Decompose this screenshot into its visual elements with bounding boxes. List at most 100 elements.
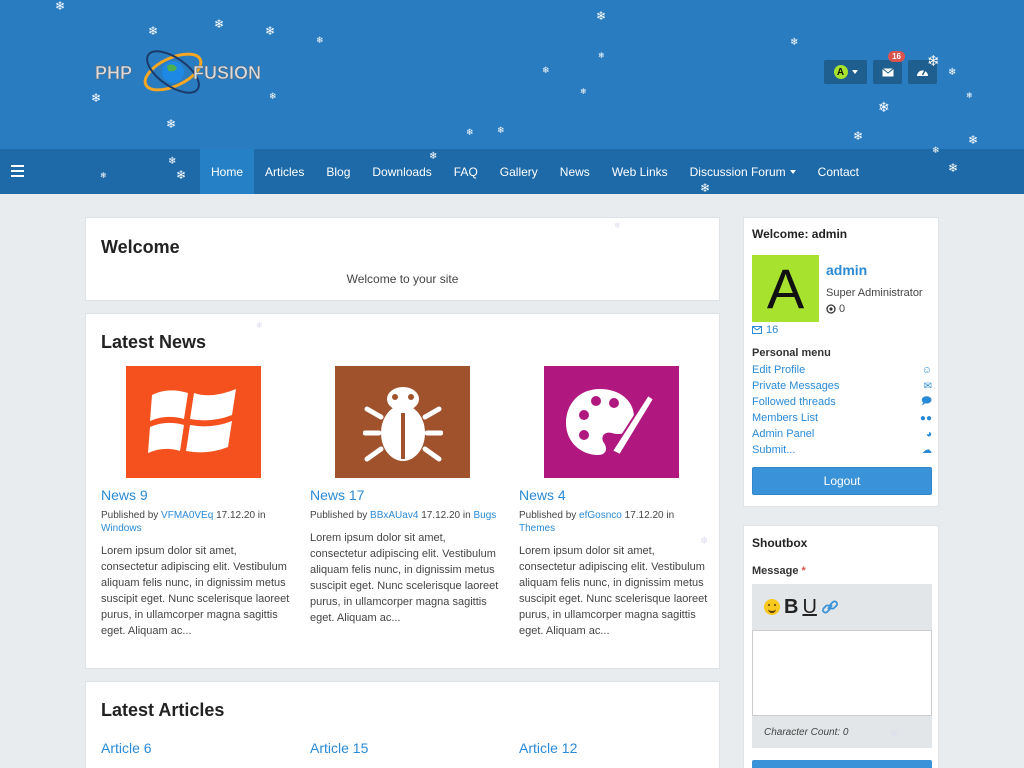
nav-label: Gallery	[499, 164, 538, 179]
menu-item-submit[interactable]: Submit... ☁	[752, 442, 932, 458]
nav-label: Web Links	[611, 164, 668, 179]
menu-item-label[interactable]: Private Messages	[752, 380, 839, 392]
menu-item-label[interactable]: Followed threads	[752, 396, 836, 408]
palette-icon	[565, 389, 655, 457]
nav-item-faq[interactable]: FAQ	[443, 149, 489, 194]
site-header: PHP FUSION A 16	[0, 0, 1024, 149]
message-count-badge: 16	[888, 51, 905, 62]
nav-item-blog[interactable]: Blog	[315, 149, 361, 194]
dashboard-icon	[917, 70, 928, 76]
shoutbox-panel: Shoutbox Message * B U Character Count: …	[743, 525, 939, 768]
nav-label: Home	[211, 164, 244, 179]
personal-menu: Edit Profile ☺ Private Messages ✉ Followed…	[752, 362, 932, 458]
svg-text:PHP: PHP	[95, 63, 132, 83]
menu-item-followed-threads[interactable]: Followed threads 🗩	[752, 394, 932, 410]
menu-item-private-messages[interactable]: Private Messages ✉	[752, 378, 932, 394]
menu-item-admin-panel[interactable]: Admin Panel ◕	[752, 426, 932, 442]
news-thumbnail[interactable]	[126, 366, 261, 478]
bug-icon	[362, 387, 443, 462]
required-mark: *	[801, 565, 806, 577]
link-icon[interactable]	[821, 598, 839, 616]
windows-icon	[147, 389, 236, 453]
smiley-icon[interactable]	[764, 599, 780, 615]
welcome-message: Welcome to your site	[346, 272, 459, 286]
shout-submit-button[interactable]	[752, 760, 932, 768]
nav-label: Downloads	[372, 164, 432, 179]
points-icon	[826, 304, 836, 314]
in-label: in	[462, 510, 471, 521]
news-meta: Published by efGosnco 17.12.20 in Themes	[519, 509, 709, 535]
in-label: in	[666, 510, 675, 521]
news-item: News 9 Published by VFMA0VEq 17.12.20 in…	[101, 366, 291, 639]
menu-item-edit-profile[interactable]: Edit Profile ☺	[752, 362, 932, 378]
nav-label: Contact	[817, 164, 860, 179]
category-link[interactable]: Windows	[101, 523, 142, 534]
author-link[interactable]: BBxAUav4	[370, 510, 418, 521]
user-messages-link[interactable]: 16	[752, 324, 778, 336]
avatar[interactable]: A	[752, 255, 819, 322]
user-panel-title: Welcome: admin	[752, 227, 848, 241]
character-count: Character Count: 0	[752, 716, 932, 748]
username-link[interactable]: admin	[826, 262, 867, 278]
nav-label: Blog	[326, 164, 351, 179]
site-logo[interactable]: PHP FUSION	[93, 42, 299, 102]
author-link[interactable]: VFMA0VEq	[161, 510, 213, 521]
user-avatar: A	[833, 65, 848, 79]
menu-item-label[interactable]: Admin Panel	[752, 428, 814, 440]
nav-item-gallery[interactable]: Gallery	[489, 149, 549, 194]
chevron-down-icon	[789, 169, 796, 174]
cloud-upload-icon: ☁	[922, 444, 932, 456]
hamburger-menu-icon[interactable]	[11, 165, 24, 177]
news-thumbnail[interactable]	[335, 366, 470, 478]
message-label-text: Message	[752, 565, 799, 577]
nav-item-news[interactable]: News	[549, 149, 601, 194]
menu-item-label[interactable]: Edit Profile	[752, 364, 805, 376]
menu-item-label[interactable]: Submit...	[752, 444, 795, 456]
news-title-link[interactable]: News 17	[310, 487, 500, 503]
shout-message-input[interactable]	[752, 630, 932, 716]
envelope-icon	[881, 67, 894, 76]
user-role: Super Administrator	[826, 287, 923, 299]
news-title-link[interactable]: News 9	[101, 487, 291, 503]
welcome-title: Welcome	[101, 237, 180, 257]
nav-item-discussion-forum[interactable]: Discussion Forum	[679, 149, 807, 194]
author-link[interactable]: efGosnco	[579, 510, 622, 521]
article-title-link[interactable]: Article 6	[101, 740, 152, 756]
news-date: 17.12.20	[624, 510, 664, 521]
nav-item-home[interactable]: Home	[200, 149, 255, 194]
news-excerpt: Lorem ipsum dolor sit amet, consectetur …	[310, 532, 499, 624]
nav-label: FAQ	[453, 164, 478, 179]
messages-button[interactable]: 16	[873, 51, 905, 84]
bold-button[interactable]: B	[784, 597, 798, 617]
nav-label: Discussion Forum	[689, 164, 786, 179]
news-excerpt: Lorem ipsum dolor sit amet, consectetur …	[519, 545, 708, 637]
nav-item-downloads[interactable]: Downloads	[361, 149, 442, 194]
underline-button[interactable]: U	[802, 597, 816, 617]
user-info-panel: Welcome: admin A admin Super Administrat…	[743, 217, 939, 507]
nav-item-contact[interactable]: Contact	[807, 149, 870, 194]
menu-item-members-list[interactable]: Members List ●●	[752, 410, 932, 426]
news-title-link[interactable]: News 4	[519, 487, 709, 503]
dashboard-icon: ◕	[925, 428, 932, 440]
logout-button[interactable]: Logout	[752, 467, 932, 495]
category-link[interactable]: Bugs	[473, 510, 496, 521]
welcome-panel: Welcome Welcome to your site	[85, 217, 720, 301]
dashboard-button[interactable]	[908, 60, 937, 84]
news-item: News 17 Published by BBxAUav4 17.12.20 i…	[310, 366, 500, 626]
menu-item-label[interactable]: Members List	[752, 412, 818, 424]
chevron-down-icon	[851, 70, 858, 74]
latest-articles-panel: Latest Articles Article 6 Article 15 Art…	[85, 681, 720, 768]
user-menu-button[interactable]: A	[824, 60, 867, 84]
in-label: in	[257, 510, 266, 521]
news-meta: Published by VFMA0VEq 17.12.20 in Window…	[101, 509, 291, 535]
article-title-link[interactable]: Article 15	[310, 740, 368, 756]
news-date: 17.12.20	[421, 510, 461, 521]
news-thumbnail[interactable]	[544, 366, 679, 478]
news-meta: Published by BBxAUav4 17.12.20 in Bugs	[310, 509, 500, 522]
nav-item-web-links[interactable]: Web Links	[601, 149, 679, 194]
category-link[interactable]: Themes	[519, 523, 555, 534]
article-title-link[interactable]: Article 12	[519, 740, 577, 756]
shoutbox-title: Shoutbox	[752, 536, 808, 550]
nav-item-articles[interactable]: Articles	[254, 149, 315, 194]
points-value: 0	[839, 303, 846, 315]
